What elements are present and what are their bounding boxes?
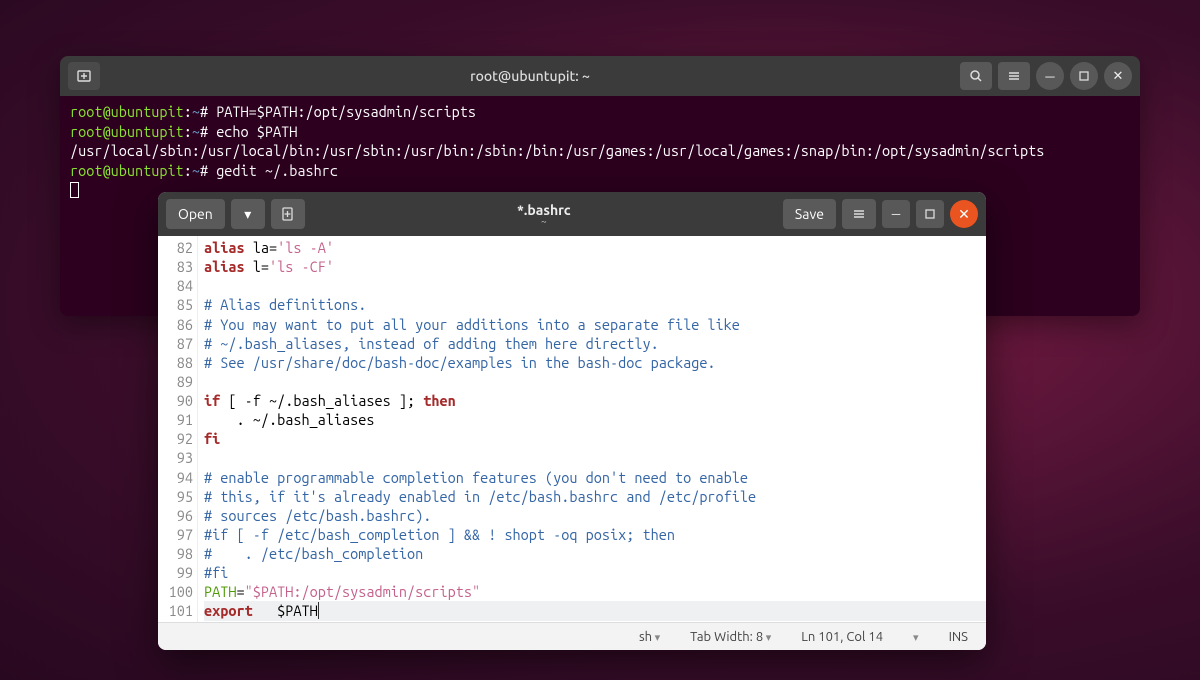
terminal-output: /usr/local/sbin:/usr/local/bin:/usr/sbin… (70, 142, 1044, 159)
prompt-user: root@ubuntupit (70, 103, 184, 120)
hamburger-menu-button[interactable] (842, 199, 876, 229)
terminal-body[interactable]: root@ubuntupit:~# PATH=$PATH:/opt/sysadm… (60, 96, 1140, 206)
terminal-cmd: PATH=$PATH:/opt/sysadmin/scripts (216, 103, 476, 120)
gedit-window: Open ▾ *.bashrc ~ Save ─ ✕ 82 83 84 85 8… (158, 192, 986, 650)
insert-mode: INS (949, 630, 968, 644)
line-number-gutter: 82 83 84 85 86 87 88 89 90 91 92 93 94 9… (158, 236, 198, 622)
search-button[interactable] (960, 62, 992, 90)
close-button[interactable]: ✕ (1104, 62, 1132, 90)
save-button[interactable]: Save (783, 199, 836, 229)
text-caret (318, 602, 319, 619)
code-content[interactable]: alias la='ls -A' alias l='ls -CF' # Alia… (198, 236, 986, 622)
open-dropdown-button[interactable]: ▾ (231, 199, 265, 229)
gedit-title: *.bashrc ~ (311, 202, 777, 227)
minimize-button[interactable]: ─ (1036, 62, 1064, 90)
prompt-path: ~ (192, 103, 200, 120)
terminal-cursor (70, 182, 79, 198)
terminal-titlebar: root@ubuntupit: ~ ─ ✕ (60, 56, 1140, 96)
terminal-title: root@ubuntupit: ~ (106, 68, 954, 84)
gedit-titlebar: Open ▾ *.bashrc ~ Save ─ ✕ (158, 192, 986, 236)
editor-area[interactable]: 82 83 84 85 86 87 88 89 90 91 92 93 94 9… (158, 236, 986, 622)
close-button[interactable]: ✕ (950, 200, 978, 228)
hamburger-menu-button[interactable] (998, 62, 1030, 90)
tab-width-selector[interactable]: Tab Width: 8 (690, 630, 771, 644)
new-tab-button[interactable] (68, 62, 100, 90)
new-document-button[interactable] (271, 199, 305, 229)
minimize-button[interactable]: ─ (882, 200, 910, 228)
maximize-button[interactable] (916, 200, 944, 228)
language-selector[interactable]: sh (639, 630, 660, 644)
position-dropdown[interactable] (913, 630, 919, 644)
terminal-cmd: gedit ~/.bashrc (216, 162, 338, 179)
maximize-button[interactable] (1070, 62, 1098, 90)
cursor-position: Ln 101, Col 14 (801, 630, 883, 644)
gedit-statusbar: sh Tab Width: 8 Ln 101, Col 14 INS (158, 622, 986, 650)
terminal-cmd: echo $PATH (216, 123, 297, 140)
open-button[interactable]: Open (166, 199, 225, 229)
